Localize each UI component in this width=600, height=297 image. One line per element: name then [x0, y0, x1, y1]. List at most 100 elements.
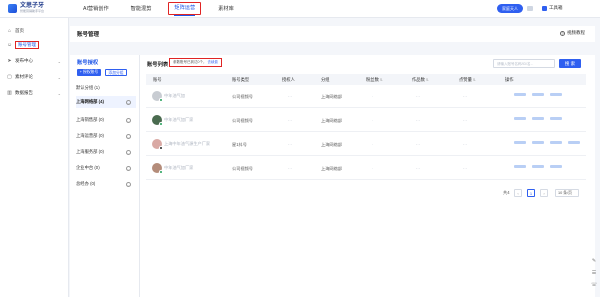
- sidebar-item-label: 账号管理: [15, 41, 39, 49]
- action-link[interactable]: [532, 93, 544, 96]
- works-count: - -: [416, 118, 420, 123]
- group-item[interactable]: 上海服务部 (0) ⋯: [76, 146, 136, 158]
- more-icon[interactable]: ⋯: [126, 99, 131, 105]
- more-icon[interactable]: ⋯: [126, 165, 131, 171]
- action-link[interactable]: [514, 117, 526, 120]
- page-number[interactable]: 1: [527, 189, 535, 197]
- sidebar-item-data-report[interactable]: ▥ 数据报告 ⌄: [4, 88, 64, 98]
- sort-icon: ⇅: [472, 78, 476, 82]
- column-header-actions: 操作: [505, 77, 514, 82]
- action-link[interactable]: [514, 141, 526, 144]
- more-icon[interactable]: ⋯: [126, 133, 131, 139]
- account-name: 中年油气加厂家: [164, 117, 194, 122]
- page-size-select[interactable]: 10 条/页: [555, 189, 579, 197]
- row-actions: [514, 141, 586, 144]
- fans-label: 粉丝数: [366, 77, 379, 82]
- home-icon: ⌂: [7, 28, 12, 34]
- comment-icon: ▢: [7, 74, 12, 80]
- group-label: 默认分组 (1): [76, 85, 100, 90]
- sidebar-item-material-comments[interactable]: ▢ 素材评论 ⌄: [4, 72, 64, 82]
- user-badge[interactable]: 家庭天人: [497, 4, 523, 13]
- wechat-icon: [159, 98, 163, 102]
- group-name: 上海网络部: [321, 118, 342, 123]
- sort-icon: ⇅: [379, 78, 383, 82]
- account-list-title: 账号列表: [147, 62, 169, 68]
- more-icon[interactable]: ⋯: [126, 149, 131, 155]
- action-link[interactable]: [532, 117, 544, 120]
- group-name: 上海网络部: [321, 166, 342, 171]
- row-actions: [514, 93, 568, 96]
- group-item[interactable]: 上海网络部 (4) ⋯: [76, 96, 136, 108]
- sidebar-item-account-management[interactable]: ☺ 账号管理: [4, 40, 64, 50]
- group-label: 上海销售部 (0): [76, 117, 104, 122]
- account-cell: 中年油气加厂家: [152, 115, 194, 126]
- group-label: 上海运营部 (0): [76, 133, 104, 138]
- chevron-down-icon: ⌄: [57, 90, 61, 96]
- prev-page-button[interactable]: ‹: [514, 189, 522, 197]
- service-icon[interactable]: ☏: [591, 282, 597, 288]
- chevron-down-icon: ⌄: [57, 74, 61, 80]
- action-link[interactable]: [514, 93, 526, 96]
- table-header: 账号 账号类型 授权人 分组 粉丝数⇅ 作品数⇅ 点赞量⇅ 操作: [146, 74, 586, 85]
- message-icon[interactable]: [527, 6, 533, 11]
- nav-ai-create[interactable]: AI营销创作: [78, 0, 114, 18]
- action-link[interactable]: [550, 117, 562, 120]
- action-link[interactable]: [532, 165, 544, 168]
- sidebar-item-home[interactable]: ⌂ 首页: [4, 26, 64, 36]
- works-count: - -: [416, 142, 420, 147]
- nav-asset-library[interactable]: 素材库: [213, 0, 239, 18]
- account-cell: 上海中年油气源生产厂家: [152, 139, 210, 150]
- logo-mark-icon: [8, 3, 17, 13]
- table-row: 中年油气加厂家 公司视频号 - - 上海网络部 · - - - -: [146, 109, 586, 132]
- action-link[interactable]: [532, 141, 544, 144]
- likes-count: - -: [463, 118, 467, 123]
- avatar: [152, 91, 163, 102]
- authorizer: - -: [288, 118, 292, 123]
- quota-warning-text: 参数账号已到达0个，: [173, 60, 207, 64]
- likes-label: 点赞量: [459, 77, 472, 82]
- chart-icon: ▥: [7, 90, 12, 96]
- action-link[interactable]: [550, 93, 562, 96]
- group-name: 上海网络部: [321, 94, 342, 99]
- table-row: 上海中年油气源生产厂家 星1抖号 - - 上海网络部 · - - - -: [146, 133, 586, 156]
- nav-smart-edit[interactable]: 智能混剪: [126, 0, 157, 18]
- action-link[interactable]: [550, 165, 562, 168]
- account-list-panel: 账号列表 参数账号已到达0个， 去续费 请输入账号名称/ID/名... 搜 索 …: [140, 55, 595, 297]
- column-header-account: 账号: [153, 77, 162, 82]
- authorizer: - -: [288, 166, 292, 171]
- renew-link[interactable]: 去续费: [207, 60, 218, 64]
- add-group-button[interactable]: 添加分组: [105, 69, 127, 76]
- action-link[interactable]: [550, 141, 562, 144]
- search-input[interactable]: 请输入账号名称/ID/名...: [493, 59, 555, 68]
- group-item[interactable]: 上海销售部 (0) ⋯: [76, 114, 136, 126]
- send-icon: ➤: [7, 58, 12, 64]
- action-link[interactable]: [568, 141, 580, 144]
- works-count: - -: [416, 166, 420, 171]
- action-link[interactable]: [514, 165, 526, 168]
- group-panel-title: 账号授权: [77, 60, 99, 66]
- nav-matrix-ops[interactable]: 矩阵运营: [168, 2, 202, 15]
- authorizer: - -: [288, 142, 292, 147]
- group-item[interactable]: 默认分组 (1): [76, 82, 136, 94]
- workbench-button[interactable]: 工具箱: [542, 5, 563, 11]
- brand-logo[interactable]: 文思子牙 智能营销助手平台: [8, 3, 44, 13]
- next-page-button[interactable]: ›: [540, 189, 548, 197]
- more-icon[interactable]: ⋯: [126, 117, 131, 123]
- table-row: 中年油气加 公司视频号 - - 上海网络部 · - - - -: [146, 85, 586, 108]
- feedback-icon[interactable]: ☰: [591, 270, 597, 276]
- fans-count: ·: [372, 118, 374, 123]
- help-video-link[interactable]: ? 视频教程: [560, 30, 585, 36]
- group-item[interactable]: 总经办 (0) ⋯: [76, 178, 136, 190]
- group-item[interactable]: 上海运营部 (0) ⋯: [76, 130, 136, 142]
- top-nav: AI营销创作 智能混剪 矩阵运营 素材库: [78, 0, 251, 18]
- authorize-account-button[interactable]: + 授权账号: [77, 69, 101, 76]
- group-label: 总经办 (0): [76, 181, 96, 186]
- edit-icon[interactable]: ✎: [591, 258, 597, 264]
- group-item[interactable]: 企业中台 (0) ⋯: [76, 162, 136, 174]
- column-header-type: 账号类型: [232, 77, 250, 82]
- group-panel: 账号授权 + 授权账号 添加分组 默认分组 (1) 上海网络部 (4) ⋯ 上海…: [70, 55, 140, 297]
- table-row: 中年油气加厂家 公司视频号 - - 上海网络部 · - - - -: [146, 157, 586, 180]
- sidebar-item-publish-center[interactable]: ➤ 发布中心 ⌄: [4, 56, 64, 66]
- more-icon[interactable]: ⋯: [126, 181, 131, 187]
- search-button[interactable]: 搜 索: [559, 59, 581, 68]
